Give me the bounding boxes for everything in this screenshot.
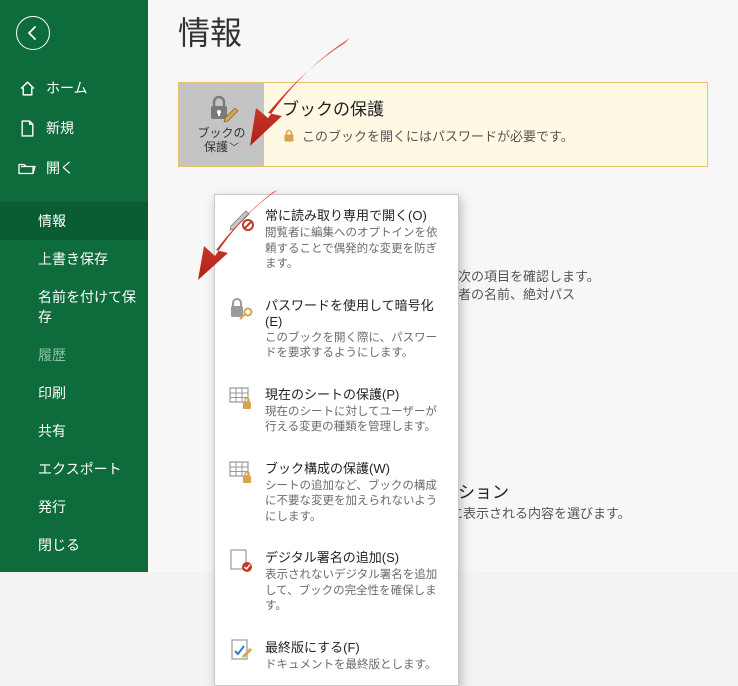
- card-title: ブックの保護: [282, 95, 574, 120]
- dd-item-desc: 閲覧者に編集へのオプトインを依頼することで偶発的な変更を防ぎます。: [265, 226, 446, 273]
- dd-item-title: 最終版にする(F): [265, 637, 446, 656]
- dd-item-desc: シートの追加など、ブックの構成に不要な変更を加えられないようにします。: [265, 479, 446, 526]
- dd-item-title: パスワードを使用して暗号化(E): [265, 295, 446, 329]
- sidebar-item-open[interactable]: 開く: [0, 148, 148, 188]
- card-message: このブックを開くにはパスワードが必要です。: [282, 126, 574, 145]
- dd-item-title: ブック構成の保護(W): [265, 458, 446, 477]
- dd-item-encrypt[interactable]: パスワードを使用して暗号化(E) このブックを開く際に、パスワードを要求するよう…: [215, 285, 458, 374]
- sidebar-item-label: ホーム: [46, 78, 88, 98]
- dd-item-desc: 表示されないデジタル署名を追加して、ブックの完全性を確保します。: [265, 568, 446, 615]
- signature-icon: [227, 547, 255, 575]
- sidebar-item-home[interactable]: ホーム: [0, 68, 148, 108]
- sidebar-sub-export[interactable]: エクスポート: [0, 450, 148, 488]
- dd-item-desc: 現在のシートに対してユーザーが行える変更の種類を管理します。: [265, 405, 446, 436]
- dd-item-digital-signature[interactable]: デジタル署名の追加(S) 表示されないデジタル署名を追加して、ブックの完全性を確…: [215, 537, 458, 627]
- protect-button-label: ブックの 保護﹀: [197, 126, 245, 155]
- sidebar-sub-info[interactable]: 情報: [0, 202, 148, 240]
- sidebar-sub-print[interactable]: 印刷: [0, 374, 148, 412]
- home-icon: [18, 79, 36, 97]
- workbook-lock-icon: [227, 458, 255, 486]
- lock-icon: [282, 129, 296, 143]
- sidebar-item-new[interactable]: 新規: [0, 108, 148, 148]
- chevron-down-icon: ﹀: [229, 143, 239, 154]
- sidebar-sub-saveas[interactable]: 名前を付けて保存: [0, 278, 148, 336]
- dd-item-protect-sheet[interactable]: 現在のシートの保護(P) 現在のシートに対してユーザーが行える変更の種類を管理し…: [215, 374, 458, 448]
- protect-workbook-button[interactable]: ブックの 保護﹀: [179, 83, 264, 166]
- dd-item-protect-structure[interactable]: ブック構成の保護(W) シートの追加など、ブックの構成に不要な変更を加えられない…: [215, 448, 458, 538]
- new-file-icon: [18, 119, 36, 137]
- page-title: 情報: [178, 8, 708, 54]
- open-folder-icon: [18, 159, 36, 177]
- dd-item-mark-final[interactable]: 最終版にする(F) ドキュメントを最終版とします。: [215, 627, 458, 686]
- sidebar-sub-save[interactable]: 上書き保存: [0, 240, 148, 278]
- sidebar-sub-history: 履歴: [0, 336, 148, 374]
- encrypt-key-icon: [227, 295, 255, 323]
- sidebar-item-label: 開く: [46, 158, 74, 178]
- protect-workbook-dropdown: 常に読み取り専用で開く(O) 閲覧者に編集へのオプトインを依頼することで偶発的な…: [214, 194, 459, 686]
- backstage-sidebar: ホーム 新規 開く 情報 上書き保存 名前を付けて保存 履歴 印刷 共有 エクス…: [0, 0, 148, 572]
- dd-item-title: デジタル署名の追加(S): [265, 547, 446, 566]
- readonly-icon: [227, 205, 255, 233]
- dd-item-title: 現在のシートの保護(P): [265, 384, 446, 403]
- back-button[interactable]: [16, 16, 50, 50]
- lock-pencil-icon: [205, 94, 239, 124]
- sidebar-item-label: 新規: [46, 118, 74, 138]
- sidebar-sub-close[interactable]: 閉じる: [0, 526, 148, 564]
- final-document-icon: [227, 637, 255, 665]
- back-arrow-icon: [25, 25, 41, 41]
- sheet-lock-icon: [227, 384, 255, 412]
- sidebar-sub-share[interactable]: 共有: [0, 412, 148, 450]
- dd-item-desc: ドキュメントを最終版とします。: [265, 658, 446, 674]
- dd-item-desc: このブックを開く際に、パスワードを要求するようにします。: [265, 331, 446, 362]
- sidebar-sub-publish[interactable]: 発行: [0, 488, 148, 526]
- protect-workbook-card: ブックの 保護﹀ ブックの保護 このブックを開くにはパスワードが必要です。: [178, 82, 708, 167]
- dd-item-readonly[interactable]: 常に読み取り専用で開く(O) 閲覧者に編集へのオプトインを依頼することで偶発的な…: [215, 195, 458, 285]
- dd-item-title: 常に読み取り専用で開く(O): [265, 205, 446, 224]
